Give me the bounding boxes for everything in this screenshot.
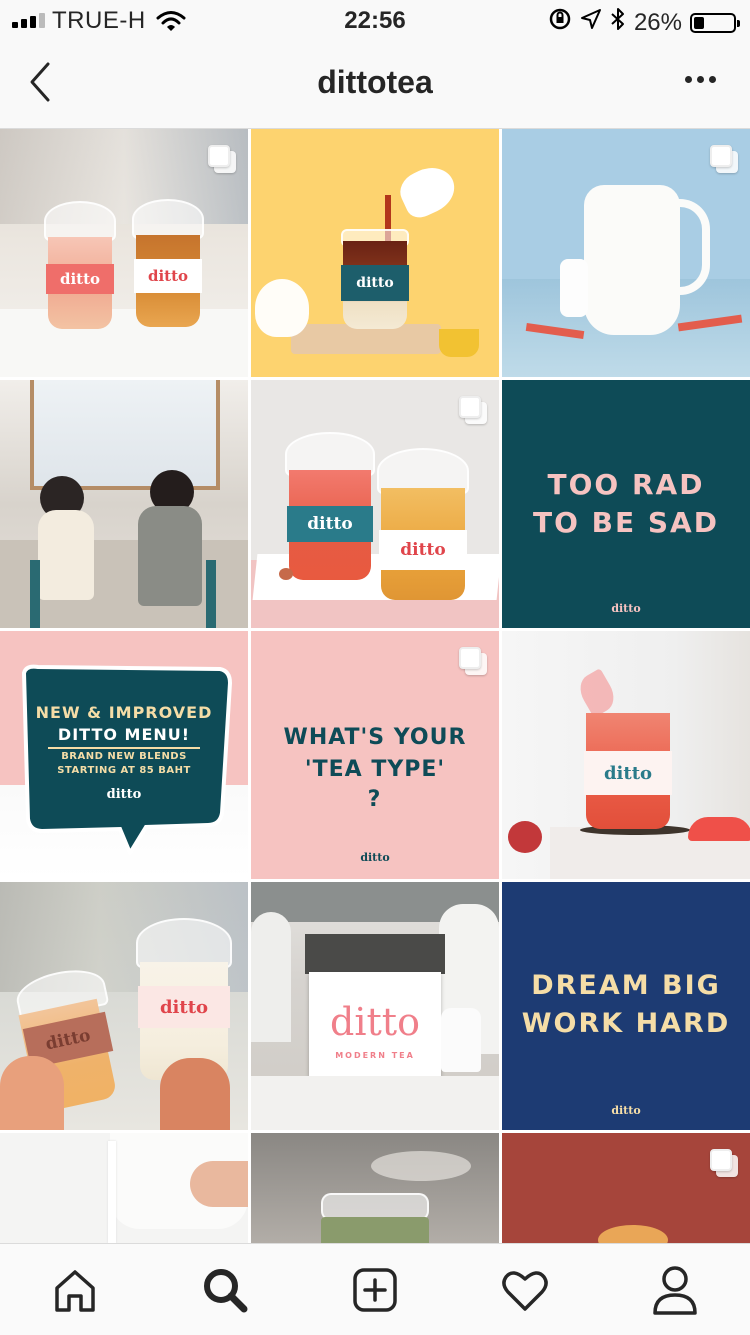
post-thumbnail[interactable]: NEW & IMPROVED DITTO MENU! BRAND NEW BLE… [0, 631, 248, 879]
brand-logo: ditto [611, 1104, 641, 1117]
post-thumbnail[interactable] [502, 1133, 750, 1243]
post-thumbnail[interactable]: DREAM BIG WORK HARD ditto [502, 882, 750, 1130]
post-thumbnail[interactable]: WHAT'S YOUR 'TEA TYPE' ? ditto [251, 631, 499, 879]
bottom-tab-bar [0, 1243, 750, 1335]
poster-headline: TO BE SAD [533, 506, 719, 539]
activity-heart-icon [502, 1271, 548, 1311]
menu-line-1: NEW & IMPROVED [35, 703, 213, 722]
tab-profile[interactable] [647, 1262, 703, 1318]
multiple-photos-icon [710, 145, 738, 173]
post-thumbnail[interactable]: ditto ditto [251, 380, 499, 628]
cup-sleeve-label: ditto [341, 265, 409, 301]
post-thumbnail[interactable]: ditto [502, 631, 750, 879]
post-thumbnail[interactable] [0, 380, 248, 628]
menu-line-2: DITTO MENU! [57, 725, 191, 744]
cup-sleeve-label: ditto [46, 264, 114, 294]
post-thumbnail[interactable]: ditto ditto [0, 882, 248, 1130]
poster-headline: TOO RAD [547, 468, 705, 501]
more-horizontal-icon [685, 76, 692, 83]
multiple-photos-icon [459, 396, 487, 424]
poster-headline: ? [367, 787, 383, 812]
brand-logo: ditto [360, 851, 390, 864]
brand-logo: ditto [611, 602, 641, 615]
divider [48, 747, 200, 749]
poster-headline: WHAT'S YOUR [283, 725, 467, 750]
tab-new-post[interactable] [347, 1262, 403, 1318]
multiple-photos-icon [710, 1149, 738, 1177]
username-title: dittotea [317, 64, 433, 100]
post-thumbnail[interactable]: ditto MODERN TEA [251, 882, 499, 1130]
cup-sleeve-label: ditto [584, 751, 672, 795]
poster-headline: 'TEA TYPE' [304, 757, 446, 782]
bluetooth-icon [610, 7, 626, 38]
location-arrow-icon [580, 8, 602, 37]
post-thumbnail[interactable]: ditto ditto [0, 129, 248, 377]
brand-logo: ditto [106, 787, 142, 802]
profile-icon [653, 1266, 697, 1315]
cup-sleeve-label: ditto [134, 259, 202, 293]
menu-line-3: BRAND NEW BLENDS [61, 751, 187, 762]
counter-sign-sub: MODERN TEA [335, 1050, 415, 1060]
multiple-photos-icon [208, 145, 236, 173]
post-thumbnail[interactable] [502, 129, 750, 377]
more-options-button[interactable] [685, 76, 716, 83]
home-icon [55, 1270, 95, 1312]
multiple-photos-icon [459, 647, 487, 675]
tab-activity[interactable] [497, 1262, 553, 1318]
counter-sign-brand: ditto [330, 1000, 420, 1044]
profile-header: dittotea [0, 42, 750, 129]
post-thumbnail[interactable] [251, 1133, 499, 1243]
battery-icon [690, 12, 740, 33]
orientation-lock-icon [548, 7, 572, 38]
post-grid: ditto ditto ditto ditto ditto TOO RAD TO… [0, 129, 750, 1243]
status-bar: TRUE-H 22:56 26% [0, 0, 750, 42]
menu-line-4: STARTING AT 85 BAHT [57, 765, 191, 776]
post-thumbnail[interactable] [0, 1133, 248, 1243]
cup-sleeve-label: ditto [379, 530, 467, 570]
post-thumbnail[interactable]: ditto [251, 129, 499, 377]
battery-percent: 26% [633, 8, 682, 36]
post-thumbnail[interactable]: TOO RAD TO BE SAD ditto [502, 380, 750, 628]
poster-headline: DREAM BIG [531, 970, 721, 1001]
cup-sleeve-label: ditto [287, 506, 373, 542]
new-post-icon [353, 1268, 397, 1312]
cup-sleeve-label: ditto [138, 986, 230, 1028]
poster-headline: WORK HARD [521, 1008, 731, 1039]
tab-home[interactable] [47, 1262, 103, 1318]
search-icon [204, 1269, 248, 1313]
tab-search[interactable] [197, 1262, 253, 1318]
